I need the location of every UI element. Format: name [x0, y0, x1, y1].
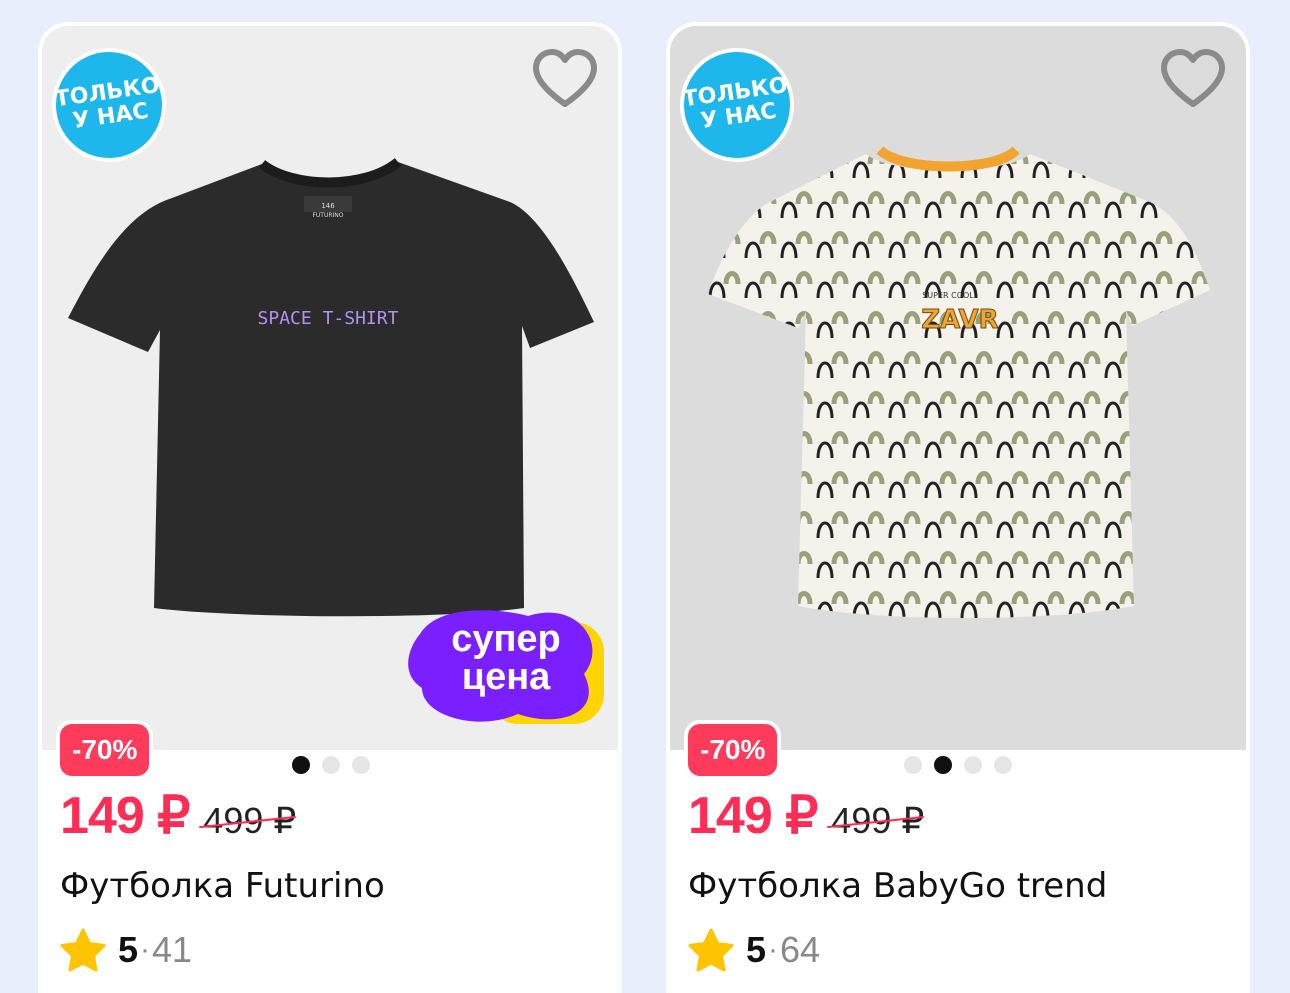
product-rating: 5 · 41 — [60, 928, 192, 972]
heart-outline-icon[interactable] — [1160, 48, 1226, 110]
current-price: 149 ₽ — [688, 787, 818, 845]
old-price: 499 ₽ — [203, 800, 297, 841]
carousel-dot[interactable] — [292, 756, 310, 774]
price-row: 149 ₽ 499 ₽ — [60, 786, 296, 846]
carousel-dot[interactable] — [964, 756, 982, 774]
reviews-count: 41 — [152, 929, 193, 970]
product-photo[interactable]: 146 FUTURINO SPACE T-SHIRT ТОЛЬКО У НАС … — [42, 26, 618, 750]
carousel-dot[interactable] — [934, 756, 952, 774]
photo-carousel-dots[interactable] — [904, 756, 1012, 774]
super-price-line2: цена — [461, 656, 551, 698]
price-row: 149 ₽ 499 ₽ — [688, 786, 924, 846]
star-icon — [60, 928, 106, 972]
garment-print-small-text: SUPER COOL — [922, 291, 974, 300]
heart-outline-icon[interactable] — [532, 48, 598, 110]
super-price-text: супер цена — [408, 620, 604, 696]
product-rating: 5 · 64 — [688, 928, 820, 972]
garment-label-brand: FUTURINO — [312, 212, 343, 219]
rating-separator: · — [768, 933, 779, 966]
old-price: 499 ₽ — [831, 800, 925, 841]
rating-value: 5 — [746, 929, 767, 970]
carousel-dot[interactable] — [994, 756, 1012, 774]
garment-label-size: 146 — [321, 202, 335, 210]
discount-badge: -70% — [684, 720, 782, 780]
product-photo[interactable]: SUPER COOL ZAVR ТОЛЬКО У НАС — [670, 26, 1246, 750]
discount-badge: -70% — [56, 720, 154, 780]
carousel-dot[interactable] — [904, 756, 922, 774]
product-title[interactable]: Футболка BabyGo trend — [688, 864, 1107, 908]
product-card[interactable]: 146 FUTURINO SPACE T-SHIRT ТОЛЬКО У НАС … — [38, 22, 622, 993]
product-title[interactable]: Футболка Futurino — [60, 864, 385, 908]
product-card[interactable]: SUPER COOL ZAVR ТОЛЬКО У НАС -70% 149 ₽ … — [666, 22, 1250, 993]
garment-print-text: ZAVR — [921, 305, 998, 335]
rating-separator: · — [140, 933, 151, 966]
star-icon — [688, 928, 734, 972]
carousel-dot[interactable] — [322, 756, 340, 774]
garment-print-text: SPACE T-SHIRT — [258, 308, 399, 329]
current-price: 149 ₽ — [60, 787, 190, 845]
reviews-count: 64 — [780, 929, 821, 970]
super-price-line1: супер — [451, 618, 561, 660]
carousel-dot[interactable] — [352, 756, 370, 774]
photo-carousel-dots[interactable] — [292, 756, 370, 774]
rating-value: 5 — [118, 929, 139, 970]
